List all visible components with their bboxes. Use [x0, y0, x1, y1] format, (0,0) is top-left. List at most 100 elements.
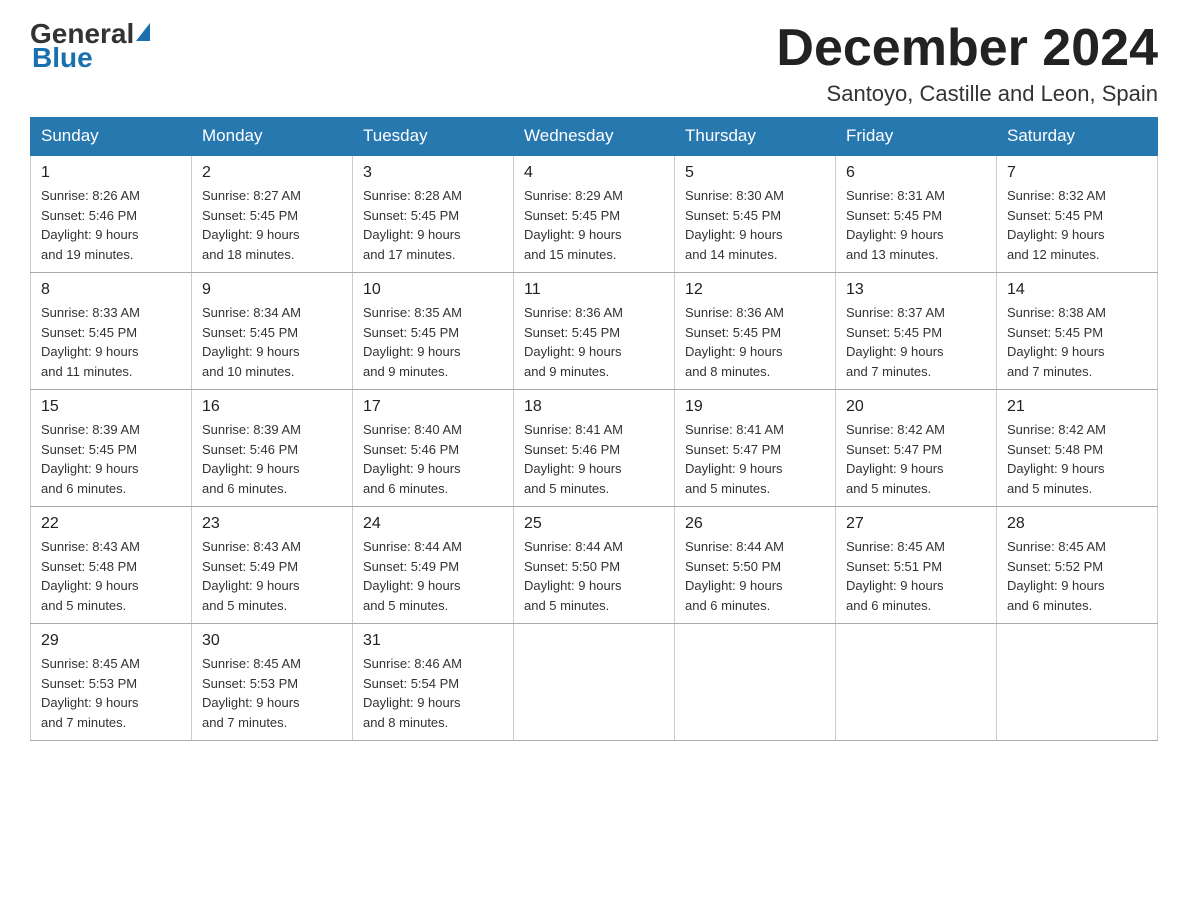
calendar-cell: 23 Sunrise: 8:43 AMSunset: 5:49 PMDayligh…: [192, 507, 353, 624]
logo-blue-text: Blue: [32, 44, 150, 72]
day-info: Sunrise: 8:42 AMSunset: 5:47 PMDaylight:…: [846, 420, 986, 498]
day-number: 29: [41, 632, 181, 650]
day-info: Sunrise: 8:45 AMSunset: 5:53 PMDaylight:…: [41, 654, 181, 732]
day-info: Sunrise: 8:39 AMSunset: 5:45 PMDaylight:…: [41, 420, 181, 498]
page-header: General Blue December 2024 Santoyo, Cast…: [30, 20, 1158, 107]
day-info: Sunrise: 8:44 AMSunset: 5:50 PMDaylight:…: [685, 537, 825, 615]
calendar-cell: 21 Sunrise: 8:42 AMSunset: 5:48 PMDayligh…: [997, 390, 1158, 507]
day-number: 11: [524, 281, 664, 299]
calendar-week-row: 1 Sunrise: 8:26 AMSunset: 5:46 PMDaylight…: [31, 155, 1158, 273]
day-number: 15: [41, 398, 181, 416]
calendar-cell: 30 Sunrise: 8:45 AMSunset: 5:53 PMDayligh…: [192, 624, 353, 741]
location-subtitle: Santoyo, Castille and Leon, Spain: [776, 81, 1158, 107]
day-number: 26: [685, 515, 825, 533]
day-number: 21: [1007, 398, 1147, 416]
day-info: Sunrise: 8:40 AMSunset: 5:46 PMDaylight:…: [363, 420, 503, 498]
day-number: 8: [41, 281, 181, 299]
day-number: 23: [202, 515, 342, 533]
day-info: Sunrise: 8:36 AMSunset: 5:45 PMDaylight:…: [524, 303, 664, 381]
logo: General Blue: [30, 20, 150, 72]
header-tuesday: Tuesday: [353, 118, 514, 156]
day-info: Sunrise: 8:41 AMSunset: 5:46 PMDaylight:…: [524, 420, 664, 498]
day-info: Sunrise: 8:46 AMSunset: 5:54 PMDaylight:…: [363, 654, 503, 732]
day-number: 9: [202, 281, 342, 299]
day-number: 7: [1007, 164, 1147, 182]
calendar-cell: [836, 624, 997, 741]
calendar-cell: 19 Sunrise: 8:41 AMSunset: 5:47 PMDayligh…: [675, 390, 836, 507]
header-wednesday: Wednesday: [514, 118, 675, 156]
calendar-cell: 24Sunrise: 8:44 AMSunset: 5:49 PMDayligh…: [353, 507, 514, 624]
day-number: 22: [41, 515, 181, 533]
day-number: 20: [846, 398, 986, 416]
calendar-cell: 14Sunrise: 8:38 AMSunset: 5:45 PMDayligh…: [997, 273, 1158, 390]
day-info: Sunrise: 8:45 AMSunset: 5:52 PMDaylight:…: [1007, 537, 1147, 615]
calendar-cell: 16 Sunrise: 8:39 AMSunset: 5:46 PMDayligh…: [192, 390, 353, 507]
calendar-cell: 2 Sunrise: 8:27 AMSunset: 5:45 PMDaylight…: [192, 155, 353, 273]
day-number: 1: [41, 164, 181, 182]
day-number: 3: [363, 164, 503, 182]
day-info: Sunrise: 8:39 AMSunset: 5:46 PMDaylight:…: [202, 420, 342, 498]
month-year-title: December 2024: [776, 20, 1158, 77]
calendar-cell: 1 Sunrise: 8:26 AMSunset: 5:46 PMDaylight…: [31, 155, 192, 273]
calendar-cell: [514, 624, 675, 741]
day-number: 30: [202, 632, 342, 650]
day-info: Sunrise: 8:42 AMSunset: 5:48 PMDaylight:…: [1007, 420, 1147, 498]
day-number: 2: [202, 164, 342, 182]
day-number: 13: [846, 281, 986, 299]
day-number: 19: [685, 398, 825, 416]
header-friday: Friday: [836, 118, 997, 156]
calendar-cell: 11 Sunrise: 8:36 AMSunset: 5:45 PMDayligh…: [514, 273, 675, 390]
calendar-cell: 26 Sunrise: 8:44 AMSunset: 5:50 PMDayligh…: [675, 507, 836, 624]
day-info: Sunrise: 8:29 AMSunset: 5:45 PMDaylight:…: [524, 186, 664, 264]
calendar-cell: 7Sunrise: 8:32 AMSunset: 5:45 PMDaylight…: [997, 155, 1158, 273]
calendar-cell: 6Sunrise: 8:31 AMSunset: 5:45 PMDaylight…: [836, 155, 997, 273]
calendar-cell: 4 Sunrise: 8:29 AMSunset: 5:45 PMDaylight…: [514, 155, 675, 273]
day-number: 10: [363, 281, 503, 299]
calendar-table: SundayMondayTuesdayWednesdayThursdayFrid…: [30, 117, 1158, 741]
day-info: Sunrise: 8:45 AMSunset: 5:51 PMDaylight:…: [846, 537, 986, 615]
day-info: Sunrise: 8:27 AMSunset: 5:45 PMDaylight:…: [202, 186, 342, 264]
day-number: 4: [524, 164, 664, 182]
day-number: 5: [685, 164, 825, 182]
day-info: Sunrise: 8:44 AMSunset: 5:49 PMDaylight:…: [363, 537, 503, 615]
calendar-cell: [675, 624, 836, 741]
day-info: Sunrise: 8:41 AMSunset: 5:47 PMDaylight:…: [685, 420, 825, 498]
day-number: 14: [1007, 281, 1147, 299]
day-number: 27: [846, 515, 986, 533]
title-section: December 2024 Santoyo, Castille and Leon…: [776, 20, 1158, 107]
calendar-cell: 3 Sunrise: 8:28 AMSunset: 5:45 PMDaylight…: [353, 155, 514, 273]
day-number: 17: [363, 398, 503, 416]
day-info: Sunrise: 8:44 AMSunset: 5:50 PMDaylight:…: [524, 537, 664, 615]
calendar-cell: [997, 624, 1158, 741]
day-info: Sunrise: 8:45 AMSunset: 5:53 PMDaylight:…: [202, 654, 342, 732]
day-info: Sunrise: 8:43 AMSunset: 5:49 PMDaylight:…: [202, 537, 342, 615]
calendar-week-row: 8 Sunrise: 8:33 AMSunset: 5:45 PMDaylight…: [31, 273, 1158, 390]
day-info: Sunrise: 8:34 AMSunset: 5:45 PMDaylight:…: [202, 303, 342, 381]
header-monday: Monday: [192, 118, 353, 156]
calendar-cell: 25 Sunrise: 8:44 AMSunset: 5:50 PMDayligh…: [514, 507, 675, 624]
day-number: 25: [524, 515, 664, 533]
day-info: Sunrise: 8:43 AMSunset: 5:48 PMDaylight:…: [41, 537, 181, 615]
calendar-header-row: SundayMondayTuesdayWednesdayThursdayFrid…: [31, 118, 1158, 156]
calendar-cell: 10 Sunrise: 8:35 AMSunset: 5:45 PMDayligh…: [353, 273, 514, 390]
day-info: Sunrise: 8:33 AMSunset: 5:45 PMDaylight:…: [41, 303, 181, 381]
day-number: 16: [202, 398, 342, 416]
calendar-week-row: 29 Sunrise: 8:45 AMSunset: 5:53 PMDayligh…: [31, 624, 1158, 741]
day-info: Sunrise: 8:28 AMSunset: 5:45 PMDaylight:…: [363, 186, 503, 264]
calendar-cell: 22 Sunrise: 8:43 AMSunset: 5:48 PMDayligh…: [31, 507, 192, 624]
calendar-cell: 27 Sunrise: 8:45 AMSunset: 5:51 PMDayligh…: [836, 507, 997, 624]
header-thursday: Thursday: [675, 118, 836, 156]
calendar-cell: 9 Sunrise: 8:34 AMSunset: 5:45 PMDaylight…: [192, 273, 353, 390]
logo-triangle-icon: [136, 23, 150, 41]
header-sunday: Sunday: [31, 118, 192, 156]
day-number: 18: [524, 398, 664, 416]
day-info: Sunrise: 8:37 AMSunset: 5:45 PMDaylight:…: [846, 303, 986, 381]
day-info: Sunrise: 8:35 AMSunset: 5:45 PMDaylight:…: [363, 303, 503, 381]
day-info: Sunrise: 8:36 AMSunset: 5:45 PMDaylight:…: [685, 303, 825, 381]
calendar-cell: 5 Sunrise: 8:30 AMSunset: 5:45 PMDaylight…: [675, 155, 836, 273]
day-number: 12: [685, 281, 825, 299]
day-number: 31: [363, 632, 503, 650]
calendar-cell: 15 Sunrise: 8:39 AMSunset: 5:45 PMDayligh…: [31, 390, 192, 507]
day-info: Sunrise: 8:30 AMSunset: 5:45 PMDaylight:…: [685, 186, 825, 264]
day-info: Sunrise: 8:26 AMSunset: 5:46 PMDaylight:…: [41, 186, 181, 264]
